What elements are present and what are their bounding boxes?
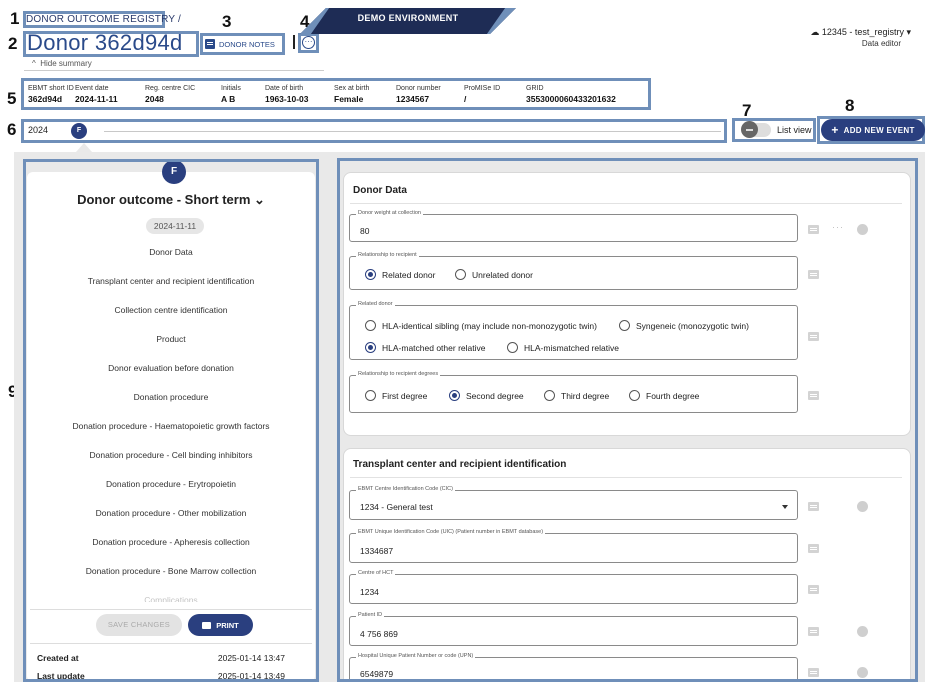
- summary-item: GRID 3553000060433201632: [526, 80, 636, 108]
- toggle-knob: [741, 121, 758, 138]
- timeline-pointer: [76, 143, 92, 152]
- summary-item: Sex at birth Female: [334, 80, 396, 108]
- add-event-label: ADD NEW EVENT: [843, 125, 915, 135]
- plus-icon: +: [831, 123, 839, 137]
- summary-value: Female: [334, 94, 364, 104]
- summary-item: Initials A B: [221, 80, 265, 108]
- summary-label: Date of birth: [265, 85, 304, 92]
- list-view-toggle[interactable]: List view: [735, 120, 815, 140]
- add-new-event-button[interactable]: + ADD NEW EVENT: [821, 119, 925, 141]
- breadcrumb[interactable]: DONOR OUTCOME REGISTRY /: [26, 14, 181, 25]
- summary-label: Sex at birth: [334, 85, 370, 92]
- summary-item: Date of birth 1963-10-03: [265, 80, 334, 108]
- summary-value: 3553000060433201632: [526, 94, 616, 104]
- summary-value: 2048: [145, 94, 164, 104]
- annotation-box-10: [337, 158, 918, 682]
- annotation-number-5: 5: [7, 89, 17, 108]
- annotation-number-2: 2: [8, 34, 18, 53]
- summary-label: Event date: [75, 85, 109, 92]
- event-timeline: 2024 F: [24, 121, 725, 141]
- summary-value: 1234567: [396, 94, 430, 104]
- hide-summary-toggle[interactable]: ^ Hide summary: [32, 59, 92, 68]
- summary-item: ProMISe ID /: [464, 80, 526, 108]
- divider: [293, 35, 295, 49]
- user-menu[interactable]: ☁ 12345 - test_registry ▾ Data editor: [810, 27, 911, 48]
- timeline-line: [104, 131, 721, 132]
- summary-label: EBMT short ID: [28, 85, 74, 92]
- page: 1 2 3 4 5 6 7 8 9 10 DONOR OUTCOME REGIS…: [0, 0, 925, 682]
- summary-value: /: [464, 94, 467, 104]
- timeline-year: 2024: [28, 125, 49, 135]
- list-view-label: List view: [777, 125, 812, 135]
- summary-item: Donor number 1234567: [396, 80, 464, 108]
- donor-notes-label: DONOR NOTES: [219, 39, 275, 49]
- donor-summary: EBMT short ID 362d94d Event date 2024-11-1…: [24, 80, 650, 108]
- timeline-event-marker[interactable]: F: [71, 123, 87, 139]
- notes-icon: [205, 39, 215, 49]
- divider: [24, 70, 324, 71]
- demo-banner-label: DEMO ENVIRONMENT: [357, 13, 459, 23]
- hide-summary-label: Hide summary: [40, 59, 92, 68]
- annotation-number-3: 3: [222, 12, 232, 31]
- page-title: Donor 362d94d: [27, 30, 183, 55]
- summary-label: Reg. centre CIC: [145, 85, 196, 92]
- summary-item: Event date 2024-11-11: [75, 80, 145, 108]
- summary-label: ProMISe ID: [464, 85, 501, 92]
- chevron-down-icon: ▾: [906, 27, 911, 37]
- summary-item: EBMT short ID 362d94d: [28, 80, 75, 108]
- chevron-up-icon: ^: [32, 59, 36, 68]
- summary-value: 1963-10-03: [265, 94, 309, 104]
- donor-notes-button[interactable]: DONOR NOTES: [205, 37, 275, 51]
- annotation-box-9: [23, 159, 319, 682]
- summary-label: GRID: [526, 85, 544, 92]
- annotation-number-7: 7: [742, 101, 752, 120]
- summary-item: Reg. centre CIC 2048: [145, 80, 221, 108]
- annotation-number-8: 8: [845, 96, 855, 115]
- demo-environment-banner: DEMO ENVIRONMENT: [300, 8, 516, 34]
- summary-label: Initials: [221, 85, 241, 92]
- annotation-number-1: 1: [10, 9, 20, 28]
- user-name: 12345 - test_registry: [821, 27, 904, 37]
- cloud-icon: ☁: [810, 27, 820, 37]
- annotation-number-6: 6: [7, 120, 17, 139]
- summary-value: 362d94d: [28, 94, 63, 104]
- user-role: Data editor: [861, 39, 901, 48]
- summary-label: Donor number: [396, 85, 441, 92]
- summary-value: A B: [221, 94, 236, 104]
- more-options-icon[interactable]: ···: [302, 36, 315, 49]
- summary-value: 2024-11-11: [75, 94, 118, 104]
- toggle-switch[interactable]: [741, 121, 771, 138]
